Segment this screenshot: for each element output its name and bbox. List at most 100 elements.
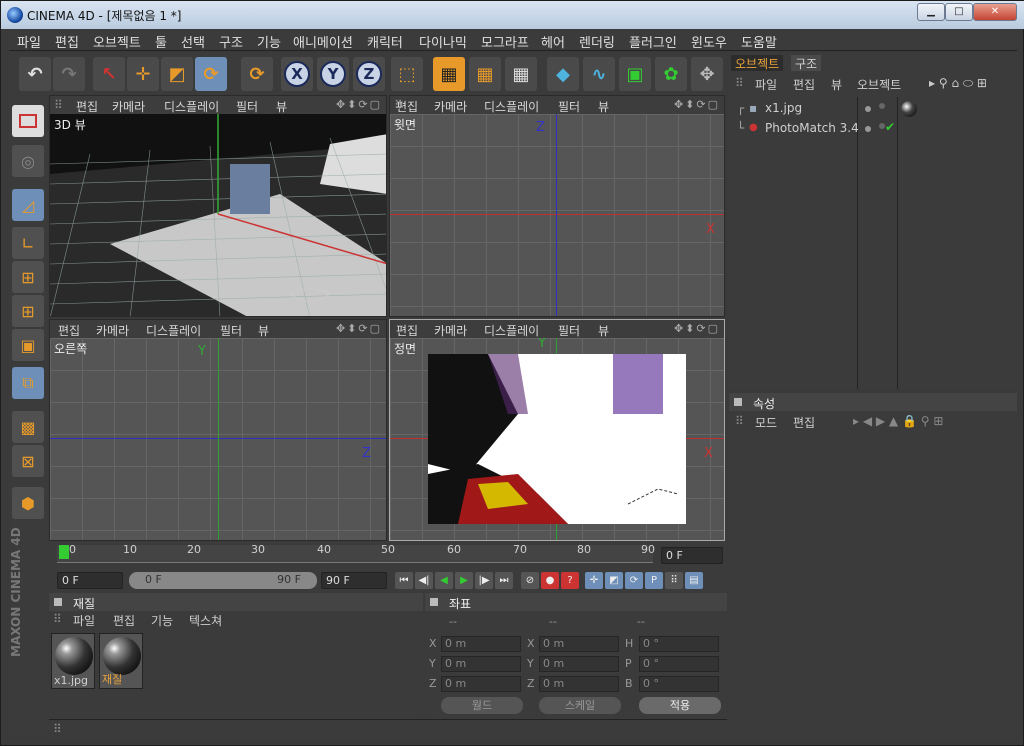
viewport-nav-icon[interactable]: ✥⬍⟳▢ xyxy=(336,322,382,335)
tab-structure[interactable]: 구조 xyxy=(791,55,822,71)
keyframe-selection-icon[interactable]: ? xyxy=(561,572,579,589)
snap-icon[interactable]: ⬢ xyxy=(12,487,44,519)
vp-menu-camera[interactable]: 카메라 xyxy=(112,98,145,115)
vp-menu-filter[interactable]: 필터 xyxy=(236,98,258,115)
viewport-nav-icon[interactable]: ✥⬍⟳▢ xyxy=(674,322,720,335)
menu-window[interactable]: 윈도우 xyxy=(691,32,727,51)
obj-menu-file[interactable]: 파일 xyxy=(755,76,777,93)
timeline-ruler[interactable] xyxy=(57,545,653,563)
search-icon[interactable]: ▸ ⚲ ⌂ ⬭ ⊞ xyxy=(929,76,987,91)
add-cube-button[interactable]: ◆ xyxy=(547,57,579,91)
visibility-dot-icon[interactable] xyxy=(865,126,871,132)
menu-mograph[interactable]: 모그라프 xyxy=(481,32,529,51)
render-dot-icon[interactable] xyxy=(879,103,885,109)
viewport-right[interactable]: 편집 카메라 디스플레이 필터 뷰 ✥⬍⟳▢ Y Z 오른쪽 xyxy=(49,319,387,541)
end-frame-field[interactable]: 90 F xyxy=(321,572,387,589)
start-frame-field[interactable]: 0 F xyxy=(57,572,123,589)
menu-plugins[interactable]: 플러그인 xyxy=(629,32,677,51)
current-frame-field[interactable]: 0 F xyxy=(661,547,723,564)
vp-menu-filter[interactable]: 필터 xyxy=(558,98,580,115)
model-mode-icon[interactable]: ◿ xyxy=(12,189,44,221)
rotation-p-field[interactable]: 0 ° xyxy=(639,656,719,672)
rotation-b-field[interactable]: 0 ° xyxy=(639,676,719,692)
object-row[interactable]: └ ● PhotoMatch 3.4 ✔ xyxy=(731,119,1013,139)
obj-menu-edit[interactable]: 편집 xyxy=(793,76,815,93)
select-tool-button[interactable]: ↖ xyxy=(93,57,125,91)
vp-menu-edit[interactable]: 편집 xyxy=(396,322,418,339)
maximize-button[interactable]: □ xyxy=(945,3,973,21)
vp-menu-camera[interactable]: 카메라 xyxy=(434,322,467,339)
rotate-tool-button[interactable]: ⟳ xyxy=(195,57,227,91)
timeline[interactable]: 0 10 20 30 40 50 60 70 80 90 0 F xyxy=(49,541,727,569)
uv-mode-icon[interactable]: ▩ xyxy=(12,411,44,443)
play-forward-icon[interactable]: ▶ xyxy=(455,572,473,589)
key-scale-icon[interactable]: ◩ xyxy=(605,572,623,589)
obj-menu-view[interactable]: 뷰 xyxy=(831,76,842,93)
object-row[interactable]: ┌ ▪ x1.jpg xyxy=(731,99,1013,119)
tab-objects[interactable]: 오브젝트 xyxy=(731,55,784,71)
edges-mode-icon[interactable]: ⊞ xyxy=(12,295,44,327)
menu-dynamics[interactable]: 다이나믹 xyxy=(419,32,467,51)
record-keys-icon[interactable]: ⊘ xyxy=(521,572,539,589)
menu-structure[interactable]: 구조 xyxy=(219,32,243,51)
key-position-icon[interactable]: ✛ xyxy=(585,572,603,589)
move-tool-button[interactable]: ✛ xyxy=(127,57,159,91)
vp-menu-display[interactable]: 디스플레이 xyxy=(146,322,201,339)
material-tag-icon[interactable] xyxy=(901,101,917,117)
x-axis-lock-button[interactable]: X xyxy=(281,57,313,91)
texture-mode-icon[interactable]: ⧉ xyxy=(12,367,44,399)
add-array-button[interactable]: ✿ xyxy=(655,57,687,91)
go-to-end-icon[interactable]: ⏭ xyxy=(495,572,513,589)
mat-menu-edit[interactable]: 편집 xyxy=(113,612,135,629)
apply-button[interactable]: 적용 xyxy=(639,697,721,714)
coordinate-mode-dropdown[interactable]: 월드 xyxy=(441,697,523,714)
scale-z-field[interactable]: 0 m xyxy=(539,676,619,692)
vp-menu-edit[interactable]: 편집 xyxy=(76,98,98,115)
points-mode-icon[interactable]: ⊞ xyxy=(12,261,44,293)
position-x-field[interactable]: 0 m xyxy=(441,636,521,652)
viewport-nav-icon[interactable]: ✥⬍⟳▢ xyxy=(336,98,382,111)
menu-animation[interactable]: 애니메이션 xyxy=(293,32,353,51)
add-nurbs-button[interactable]: ▣ xyxy=(619,57,651,91)
vp-menu-display[interactable]: 디스플레이 xyxy=(484,322,539,339)
scale-y-field[interactable]: 0 m xyxy=(539,656,619,672)
obj-menu-objects[interactable]: 오브젝트 xyxy=(857,76,901,93)
material-swatch[interactable]: 재질 xyxy=(99,633,143,689)
menu-edit[interactable]: 편집 xyxy=(55,32,79,51)
go-to-start-icon[interactable]: ⏮ xyxy=(395,572,413,589)
position-z-field[interactable]: 0 m xyxy=(441,676,521,692)
prev-key-icon[interactable]: ◀| xyxy=(415,572,433,589)
viewport-nav-icon[interactable]: ✥⬍⟳▢ xyxy=(674,98,720,111)
key-rotation-icon[interactable]: ⟳ xyxy=(625,572,643,589)
scale-tool-button[interactable]: ◩ xyxy=(161,57,193,91)
y-axis-lock-button[interactable]: Y xyxy=(317,57,349,91)
viewport-perspective[interactable]: ⠿ 편집 카메라 디스플레이 필터 뷰 ✥⬍⟳▢ 3D 뷰 xyxy=(49,95,387,317)
attr-menu-mode[interactable]: 모드 xyxy=(755,414,777,431)
vp-menu-camera[interactable]: 카메라 xyxy=(96,322,129,339)
vp-menu-edit[interactable]: 편집 xyxy=(58,322,80,339)
menu-character[interactable]: 캐릭터 xyxy=(367,32,403,51)
key-parameter-icon[interactable]: P xyxy=(645,572,663,589)
layout-icon[interactable] xyxy=(12,105,44,137)
vp-menu-view[interactable]: 뷰 xyxy=(598,98,609,115)
polygons-mode-icon[interactable]: ▣ xyxy=(12,329,44,361)
undo-button[interactable]: ↶ xyxy=(19,57,51,91)
render-settings-button[interactable]: ▦ xyxy=(505,57,537,91)
enabled-check-icon[interactable]: ✔ xyxy=(885,120,895,134)
vp-menu-display[interactable]: 디스플레이 xyxy=(484,98,539,115)
key-pla-icon[interactable]: ⠿ xyxy=(665,572,683,589)
vp-menu-edit[interactable]: 편집 xyxy=(396,98,418,115)
frame-range-slider[interactable]: 0 F 90 F xyxy=(129,572,317,589)
next-key-icon[interactable]: |▶ xyxy=(475,572,493,589)
menu-select[interactable]: 선택 xyxy=(181,32,205,51)
vp-menu-view[interactable]: 뷰 xyxy=(258,322,269,339)
z-axis-lock-button[interactable]: Z xyxy=(353,57,385,91)
rotation-h-field[interactable]: 0 ° xyxy=(639,636,719,652)
workplane-mode-icon[interactable]: ⊠ xyxy=(12,445,44,477)
vp-menu-camera[interactable]: 카메라 xyxy=(434,98,467,115)
vp-menu-display[interactable]: 디스플레이 xyxy=(164,98,219,115)
menu-object[interactable]: 오브젝트 xyxy=(93,32,141,51)
vp-menu-filter[interactable]: 필터 xyxy=(220,322,242,339)
play-backward-icon[interactable]: ◀ xyxy=(435,572,453,589)
menu-functions[interactable]: 기능 xyxy=(257,32,281,51)
